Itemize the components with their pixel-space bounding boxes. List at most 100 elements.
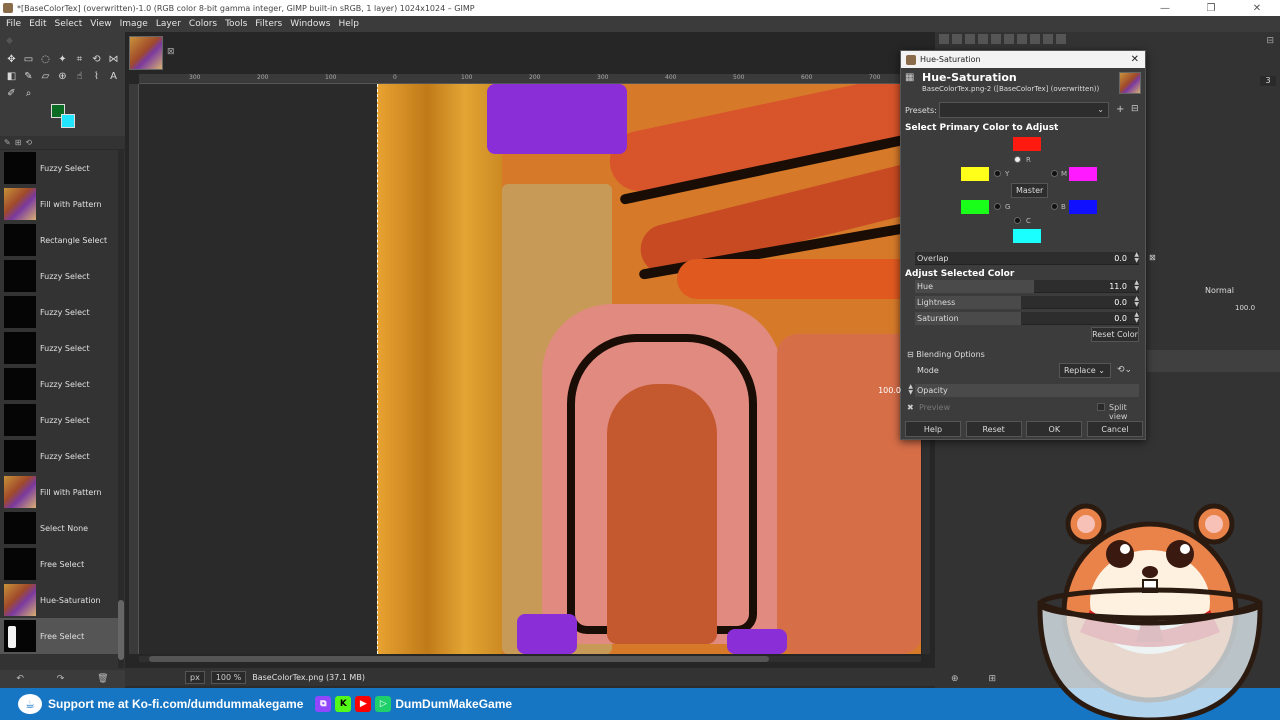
image-tab-thumbnail[interactable]: [129, 36, 163, 70]
magenta-swatch[interactable]: [1069, 167, 1097, 181]
history-item[interactable]: Free Select: [0, 618, 118, 654]
dock-spacing-value[interactable]: 3: [1260, 76, 1276, 86]
yellow-swatch[interactable]: [961, 167, 989, 181]
layer-opacity-value[interactable]: 100.0: [1235, 304, 1255, 312]
device-tab-icon[interactable]: ⊞: [15, 138, 22, 147]
hue-spinner-icon[interactable]: ▲ ▼: [1134, 280, 1139, 292]
help-button[interactable]: Help: [905, 421, 961, 437]
dock-tab-icon[interactable]: [1043, 34, 1053, 44]
fuzzy-select-tool-icon[interactable]: ✦: [55, 52, 70, 67]
history-item[interactable]: Fuzzy Select: [0, 150, 118, 186]
split-view-checkbox[interactable]: [1097, 403, 1105, 411]
restore-button[interactable]: ❐: [1188, 0, 1234, 16]
dock-tab-icon[interactable]: [978, 34, 988, 44]
add-preset-icon[interactable]: +: [1116, 104, 1124, 115]
history-item[interactable]: Fill with Pattern: [0, 186, 118, 222]
new-layer-icon[interactable]: ⊕: [951, 674, 959, 684]
menu-image[interactable]: Image: [116, 19, 152, 29]
dock-tab-icon[interactable]: [965, 34, 975, 44]
blue-swatch[interactable]: [1069, 200, 1097, 214]
history-item[interactable]: Free Select: [0, 546, 118, 582]
crop-tool-icon[interactable]: ⌗: [72, 52, 87, 67]
yellow-radio[interactable]: [994, 170, 1001, 177]
overlap-value[interactable]: 0.0: [1114, 254, 1127, 263]
cyan-swatch[interactable]: [1013, 229, 1041, 243]
canvas-horizontal-scrollbar[interactable]: [139, 656, 921, 662]
saturation-spinner-icon[interactable]: ▲ ▼: [1134, 312, 1139, 324]
dock-tab-icon[interactable]: [952, 34, 962, 44]
red-swatch[interactable]: [1013, 137, 1041, 151]
history-item[interactable]: Select None: [0, 510, 118, 546]
move-tool-icon[interactable]: ✥: [4, 52, 19, 67]
undo-icon[interactable]: ↶: [16, 674, 24, 684]
close-image-tab-icon[interactable]: ⊠: [167, 47, 175, 57]
menu-view[interactable]: View: [86, 19, 115, 29]
history-item[interactable]: Fill with Pattern: [0, 474, 118, 510]
preset-menu-icon[interactable]: ⊟: [1131, 104, 1139, 114]
opacity-spinner-icon[interactable]: ▲ ▼: [908, 384, 913, 396]
warp-tool-icon[interactable]: ⋈: [106, 52, 121, 67]
transform-tool-icon[interactable]: ⟲: [89, 52, 104, 67]
vertical-ruler[interactable]: [129, 84, 139, 654]
overlap-spinner-icon[interactable]: ▲ ▼: [1134, 252, 1139, 264]
blue-radio[interactable]: [1051, 203, 1058, 210]
unit-selector[interactable]: px: [185, 670, 205, 684]
menu-filters[interactable]: Filters: [251, 19, 286, 29]
horizontal-ruler[interactable]: 300 200 100 0 100 200 300 400 500 600 700: [139, 74, 935, 84]
text-tool-icon[interactable]: A: [106, 69, 121, 84]
dock-close-icon[interactable]: ⊟: [1266, 36, 1274, 46]
red-radio[interactable]: [1014, 156, 1021, 163]
green-radio[interactable]: [994, 203, 1001, 210]
lightness-slider[interactable]: Lightness 0.0 ▲ ▼: [915, 295, 1141, 311]
clear-history-icon[interactable]: 🗑: [97, 674, 108, 684]
lightness-value[interactable]: 0.0: [1114, 298, 1127, 307]
history-item[interactable]: Fuzzy Select: [0, 258, 118, 294]
smudge-tool-icon[interactable]: ☝: [72, 69, 87, 84]
layer-row[interactable]: [1147, 350, 1280, 372]
opacity-value[interactable]: 100.0: [878, 386, 901, 395]
magenta-radio[interactable]: [1051, 170, 1058, 177]
paths-tool-icon[interactable]: ⌇: [89, 69, 104, 84]
green-swatch[interactable]: [961, 200, 989, 214]
history-item[interactable]: Fuzzy Select: [0, 294, 118, 330]
menu-windows[interactable]: Windows: [286, 19, 334, 29]
history-item[interactable]: Fuzzy Select: [0, 402, 118, 438]
color-picker-tool-icon[interactable]: ✐: [4, 86, 19, 101]
master-button[interactable]: Master: [1011, 183, 1049, 198]
mode-combo[interactable]: Replace ⌄: [1059, 363, 1111, 378]
dock-tab-icon[interactable]: [1017, 34, 1027, 44]
eraser-tool-icon[interactable]: ▱: [38, 69, 53, 84]
menu-select[interactable]: Select: [51, 19, 87, 29]
history-tab-icon[interactable]: ⟲: [25, 138, 32, 147]
dock-tab-icon[interactable]: [1056, 34, 1066, 44]
menu-colors[interactable]: Colors: [185, 19, 221, 29]
reset-color-button[interactable]: Reset Color: [1091, 327, 1139, 342]
redo-icon[interactable]: ↷: [57, 674, 65, 684]
rect-select-tool-icon[interactable]: ▭: [21, 52, 36, 67]
menu-file[interactable]: File: [2, 19, 25, 29]
bucket-fill-tool-icon[interactable]: ◧: [4, 69, 19, 84]
mode-reset-icon[interactable]: ⟲⌄: [1117, 365, 1132, 375]
layer-mode-selector[interactable]: Normal: [1205, 286, 1234, 295]
layer-group-icon[interactable]: ⊞: [989, 674, 997, 684]
saturation-slider[interactable]: Saturation 0.0 ▲ ▼: [915, 311, 1141, 327]
dock-tab-icon[interactable]: [991, 34, 1001, 44]
menu-help[interactable]: Help: [334, 19, 363, 29]
background-color-swatch[interactable]: [61, 114, 75, 128]
hue-slider[interactable]: Hue 11.0 ▲ ▼: [915, 279, 1141, 295]
dock-tab-icon[interactable]: [1030, 34, 1040, 44]
cancel-button[interactable]: Cancel: [1086, 421, 1143, 437]
dock-tab-icon[interactable]: [939, 34, 949, 44]
minimize-button[interactable]: —: [1142, 0, 1188, 16]
history-item[interactable]: Hue-Saturation: [0, 582, 118, 618]
cyan-radio[interactable]: [1014, 217, 1021, 224]
image-viewport[interactable]: [139, 84, 921, 654]
clone-tool-icon[interactable]: ⊕: [55, 69, 70, 84]
menu-tools[interactable]: Tools: [221, 19, 251, 29]
lasso-tool-icon[interactable]: ◌: [38, 52, 53, 67]
dialog-titlebar[interactable]: Hue-Saturation ✕: [901, 51, 1145, 68]
menu-edit[interactable]: Edit: [25, 19, 50, 29]
reset-button[interactable]: Reset: [965, 421, 1022, 437]
close-button[interactable]: ✕: [1234, 0, 1280, 16]
tool-options-tab-icon[interactable]: ✎: [4, 138, 11, 147]
